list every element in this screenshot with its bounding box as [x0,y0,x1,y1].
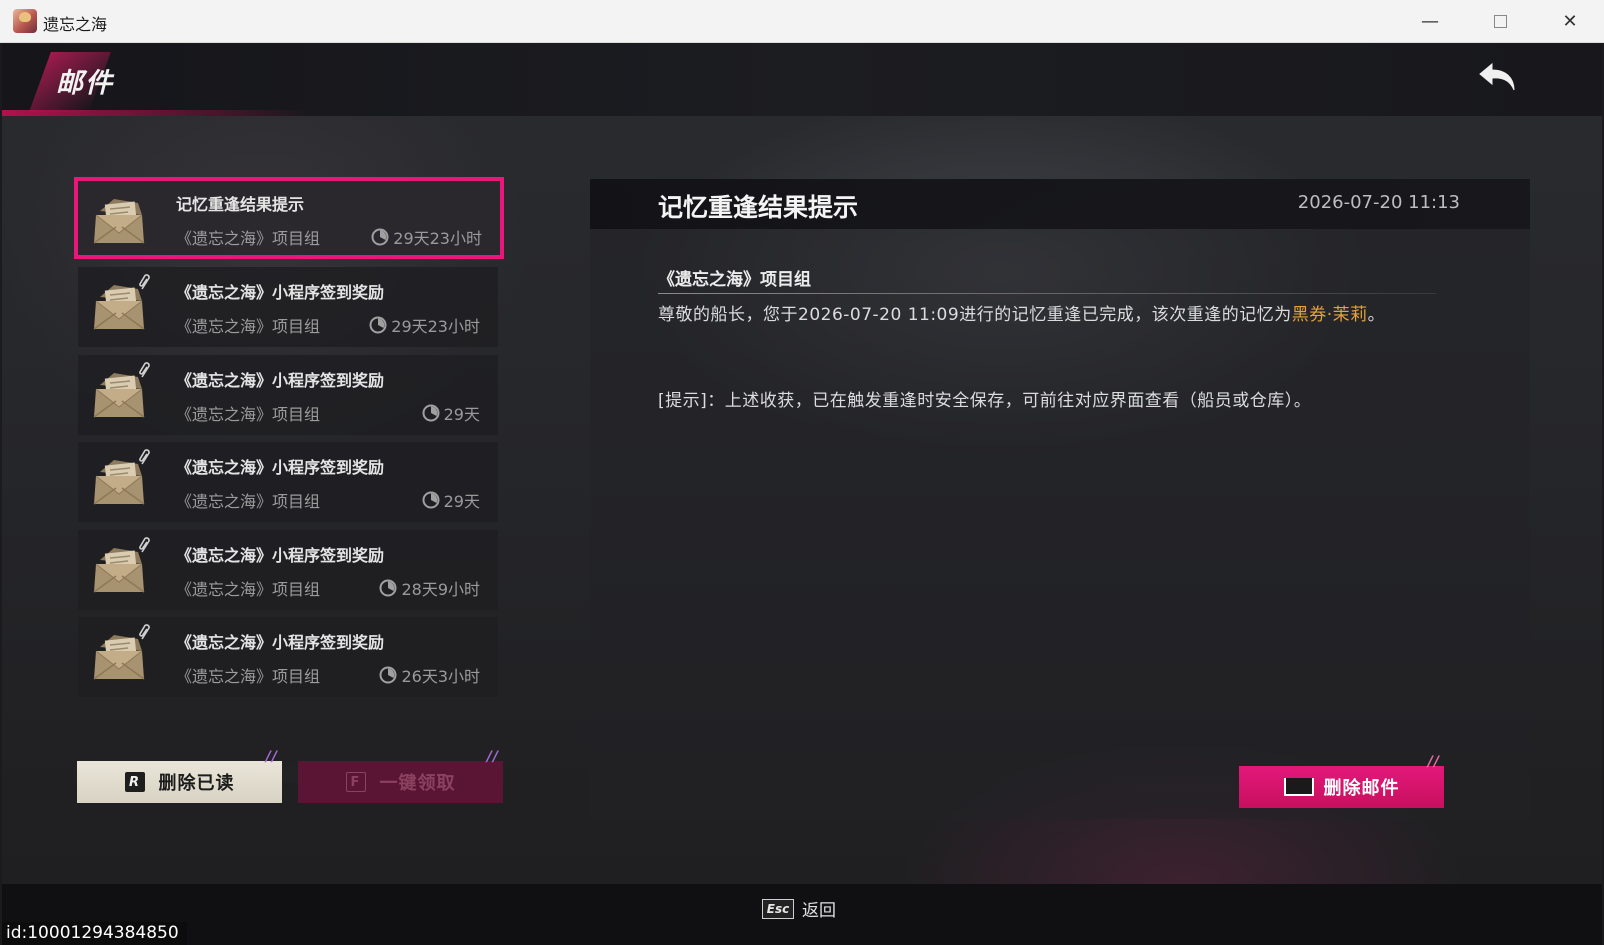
clock-icon [369,316,387,334]
envelope-icon [92,195,146,247]
detail-sender: 《遗忘之海》项目组 [658,270,811,290]
delete-mail-button[interactable]: // 删除邮件 [1239,754,1444,808]
header-band [2,44,1602,116]
message-text-end: 。 [1367,305,1386,325]
mail-detail-panel: 记忆重逢结果提示 2026-07-20 11:13 《遗忘之海》项目组 尊敬的船… [590,179,1530,819]
delete-mail-label: 删除邮件 [1323,778,1400,799]
claim-all-button[interactable]: // F 一键领取 [298,749,503,803]
attachment-clip-icon [138,448,152,466]
clock-icon [371,228,389,246]
detail-hint: [提示]：上述收获，已在触发重逢时安全保存，可前往对应界面查看（船员或仓库）。 [658,391,1312,411]
button-deco-icon: // [486,749,499,765]
mail-item-sender: 《遗忘之海》项目组 [176,404,321,424]
detail-date: 2026-07-20 11:13 [1297,192,1460,213]
mail-item-time-left: 29天 [443,404,480,424]
clock-icon [422,491,440,509]
user-id-label: id:10001294384850 [2,922,187,945]
detail-message: 尊敬的船长，您于2026-07-20 11:09进行的记忆重逢已完成，该次重逢的… [658,301,1438,330]
mail-list-item[interactable]: 《遗忘之海》小程序签到奖励 《遗忘之海》项目组 26天3小时 [78,617,498,698]
mail-item-time-left: 29天 [443,492,480,512]
window-titlebar: 遗忘之海 — ✕ [0,0,1604,43]
esc-back-label: 返回 [802,901,836,921]
mail-item-title: 《遗忘之海》小程序签到奖励 [176,458,385,478]
mail-item-sender: 《遗忘之海》项目组 [176,317,321,336]
mail-item-expiry: 29天23小时 [369,313,480,337]
clock-icon [422,404,440,422]
mail-item-title: 《遗忘之海》小程序签到奖励 [176,633,385,653]
mail-item-title: 《遗忘之海》小程序签到奖励 [176,545,385,565]
detail-header: 记忆重逢结果提示 2026-07-20 11:13 [590,179,1530,229]
mail-item-time-left: 29天23小时 [393,229,482,248]
attachment-clip-icon [138,623,152,641]
mail-item-sender: 《遗忘之海》项目组 [176,579,321,599]
mail-item-sender: 《遗忘之海》项目组 [176,492,321,512]
button-deco-icon: // [265,749,278,765]
mail-item-expiry: 29天23小时 [371,225,482,249]
key-f-icon: F [345,772,366,792]
mail-item-title: 《遗忘之海》小程序签到奖励 [176,283,385,302]
key-r-icon: R [124,772,145,792]
claim-all-label: 一键领取 [379,773,456,794]
mail-list: 记忆重逢结果提示 《遗忘之海》项目组 29天23小时 《遗忘之海》小程序签到奖励 《遗忘… [74,177,504,777]
message-text: 尊敬的船长，您于2026-07-20 11:09进行的记忆重逢已完成，该次重逢的… [658,305,1292,325]
mail-item-expiry: 29天 [422,488,480,512]
attachment-clip-icon [138,536,152,554]
page-title: 邮件 [56,68,114,99]
mail-item-expiry: 28天9小时 [379,576,480,600]
close-icon: ✕ [1562,11,1578,32]
clock-icon [379,579,397,597]
mail-item-time-left: 26天3小时 [401,667,480,687]
esc-key-icon: Esc [762,898,794,919]
attachment-clip-icon [138,361,152,379]
delete-read-button[interactable]: // R 删除已读 [77,749,282,803]
game-viewport: 邮件 记忆重逢结果提示 《遗忘之海》项目组 29天23小时 《遗忘之海》小程序签到奖励… [2,44,1602,945]
mail-item-expiry: 26天3小时 [379,663,480,687]
mail-item-title: 记忆重逢结果提示 [176,195,305,214]
mail-list-item[interactable]: 《遗忘之海》小程序签到奖励 《遗忘之海》项目组 29天23小时 [78,267,498,347]
minimize-icon: — [1421,11,1439,32]
app-icon [13,9,37,33]
mail-item-sender: 《遗忘之海》项目组 [176,667,321,687]
clock-icon [379,666,397,684]
mail-list-item[interactable]: 《遗忘之海》小程序签到奖励 《遗忘之海》项目组 29天 [78,442,498,523]
maximize-button[interactable] [1465,0,1535,43]
mail-list-item[interactable]: 记忆重逢结果提示 《遗忘之海》项目组 29天23小时 [74,177,504,259]
window-title: 遗忘之海 [43,15,108,34]
mail-item-time-left: 29天23小时 [391,317,480,336]
detail-body: 《遗忘之海》项目组 尊敬的船长，您于2026-07-20 11:09进行的记忆重… [590,229,1530,819]
space-key-icon [1283,778,1314,796]
mail-item-expiry: 29天 [422,401,480,425]
button-deco-icon: // [1427,754,1440,770]
mail-item-sender: 《遗忘之海》项目组 [176,229,321,248]
esc-back-button[interactable]: Esc 返回 [762,896,836,921]
close-button[interactable]: ✕ [1535,0,1604,43]
mail-list-item[interactable]: 《遗忘之海》小程序签到奖励 《遗忘之海》项目组 28天9小时 [78,529,498,610]
header-accent-bar [2,110,312,116]
message-highlight: 黑券·茉莉 [1291,305,1368,325]
minimize-button[interactable]: — [1395,0,1465,43]
delete-read-label: 删除已读 [158,773,235,794]
mail-item-time-left: 28天9小时 [401,579,480,599]
detail-title: 记忆重逢结果提示 [658,193,859,222]
maximize-icon [1493,15,1507,28]
mail-list-item[interactable]: 《遗忘之海》小程序签到奖励 《遗忘之海》项目组 29天 [78,354,498,435]
sender-divider [658,293,1436,294]
back-arrow-icon[interactable] [1476,60,1520,96]
mail-item-title: 《遗忘之海》小程序签到奖励 [176,370,385,390]
attachment-clip-icon [138,273,152,291]
